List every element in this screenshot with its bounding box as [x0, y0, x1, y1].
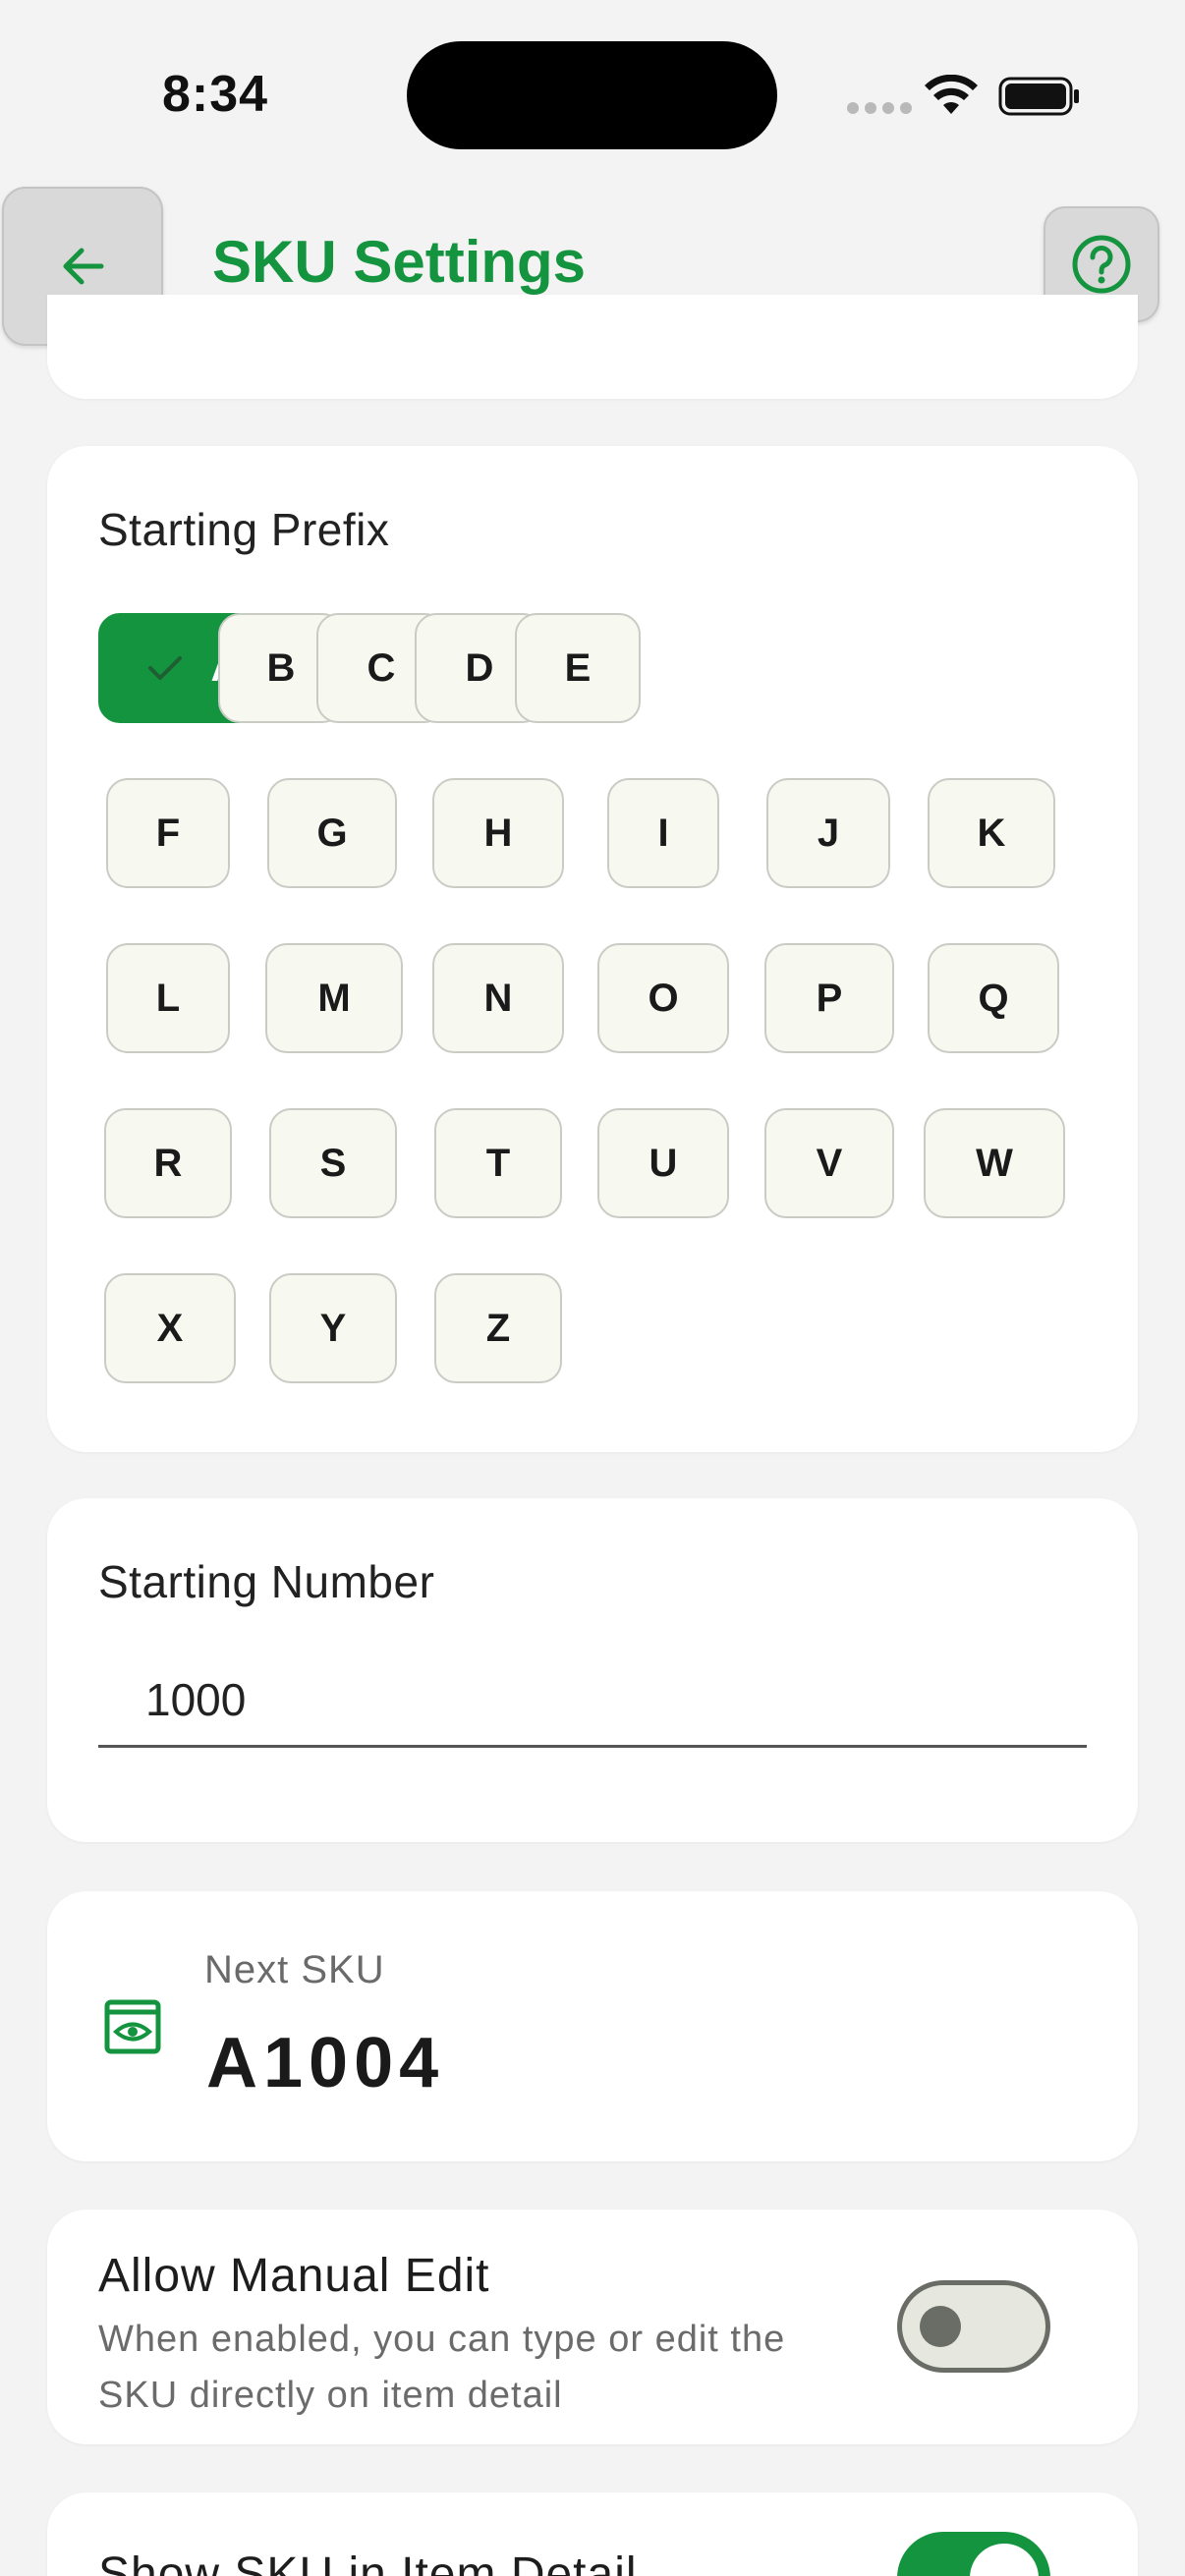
starting-prefix-card: Starting Prefix ABCDEFGHIJKLMNOPQRSTUVWX… [47, 446, 1138, 1452]
battery-icon [998, 77, 1079, 116]
cellular-signal-icon [847, 102, 912, 114]
status-time: 8:34 [162, 66, 269, 123]
prefix-chip-n[interactable]: N [432, 943, 564, 1053]
show-sku-title: Show SKU in Item Detail [98, 2548, 638, 2576]
help-icon [1072, 235, 1131, 294]
previous-settings-card [47, 295, 1138, 399]
prefix-chip-label: U [649, 1141, 678, 1185]
prefix-chip-label: X [156, 1306, 184, 1350]
show-sku-card: Show SKU in Item Detail [47, 2492, 1138, 2576]
prefix-chip-t[interactable]: T [434, 1108, 562, 1218]
prefix-chip-label: V [816, 1141, 843, 1185]
prefix-chip-label: W [976, 1141, 1013, 1185]
prefix-chip-label: C [367, 645, 396, 690]
prefix-chip-e[interactable]: E [515, 613, 641, 723]
toggle-knob [970, 2544, 1039, 2576]
prefix-chip-label: P [816, 976, 843, 1020]
check-icon [147, 656, 182, 680]
page-title: SKU Settings [212, 229, 587, 295]
prefix-chip-label: Y [319, 1306, 347, 1350]
prefix-chip-label: Q [978, 976, 1009, 1020]
prefix-chip-k[interactable]: K [928, 778, 1055, 888]
prefix-chip-label: K [977, 811, 1006, 855]
prefix-chip-m[interactable]: M [265, 943, 403, 1053]
show-sku-toggle[interactable] [897, 2532, 1050, 2576]
dynamic-island [407, 41, 777, 149]
starting-prefix-label: Starting Prefix [98, 504, 390, 555]
eye-icon [104, 1999, 161, 2054]
next-sku-label: Next SKU [204, 1948, 385, 1991]
allow-manual-edit-description: When enabled, you can type or edit the S… [98, 2319, 786, 2416]
prefix-chip-label: E [564, 645, 592, 690]
prefix-chip-g[interactable]: G [267, 778, 397, 888]
prefix-chip-z[interactable]: Z [434, 1273, 562, 1383]
prefix-chip-l[interactable]: L [106, 943, 230, 1053]
starting-number-card: Starting Number [47, 1498, 1138, 1842]
status-bar: 8:34 [0, 0, 1185, 187]
prefix-chip-label: I [657, 811, 669, 855]
prefix-chip-label: D [465, 645, 494, 690]
prefix-chip-x[interactable]: X [104, 1273, 236, 1383]
prefix-chip-label: O [648, 976, 679, 1020]
allow-manual-edit-card: Allow Manual Edit When enabled, you can … [47, 2210, 1138, 2444]
prefix-chip-u[interactable]: U [597, 1108, 729, 1218]
prefix-chip-label: F [155, 811, 181, 855]
prefix-chip-p[interactable]: P [764, 943, 894, 1053]
prefix-chip-label: Z [485, 1306, 511, 1350]
prefix-chip-o[interactable]: O [597, 943, 729, 1053]
prefix-chip-y[interactable]: Y [269, 1273, 397, 1383]
prefix-chip-f[interactable]: F [106, 778, 230, 888]
arrow-left-icon [63, 248, 104, 285]
starting-number-input[interactable] [98, 1653, 1087, 1748]
next-sku-value: A1004 [206, 2024, 445, 2102]
prefix-chip-label: S [319, 1141, 347, 1185]
prefix-chip-label: L [155, 976, 181, 1020]
prefix-chip-label: G [316, 811, 348, 855]
prefix-chip-w[interactable]: W [924, 1108, 1065, 1218]
prefix-chip-r[interactable]: R [104, 1108, 232, 1218]
prefix-chip-label: N [483, 976, 513, 1020]
prefix-chip-v[interactable]: V [764, 1108, 894, 1218]
allow-manual-edit-toggle[interactable] [897, 2280, 1050, 2373]
wifi-icon [925, 75, 978, 114]
prefix-chip-q[interactable]: Q [928, 943, 1059, 1053]
prefix-chip-label: T [485, 1141, 511, 1185]
prefix-chip-label: M [317, 976, 351, 1020]
prefix-chip-j[interactable]: J [766, 778, 890, 888]
starting-number-label: Starting Number [98, 1556, 435, 1607]
prefix-chip-s[interactable]: S [269, 1108, 397, 1218]
prefix-chip-h[interactable]: H [432, 778, 564, 888]
prefix-chip-label: J [817, 811, 840, 855]
prefix-chip-i[interactable]: I [607, 778, 719, 888]
allow-manual-edit-title: Allow Manual Edit [98, 2250, 490, 2302]
prefix-chip-label: R [153, 1141, 183, 1185]
toggle-knob [920, 2306, 961, 2347]
prefix-chip-label: H [483, 811, 513, 855]
prefix-chip-label: B [266, 645, 296, 690]
next-sku-card: Next SKU A1004 [47, 1891, 1138, 2161]
